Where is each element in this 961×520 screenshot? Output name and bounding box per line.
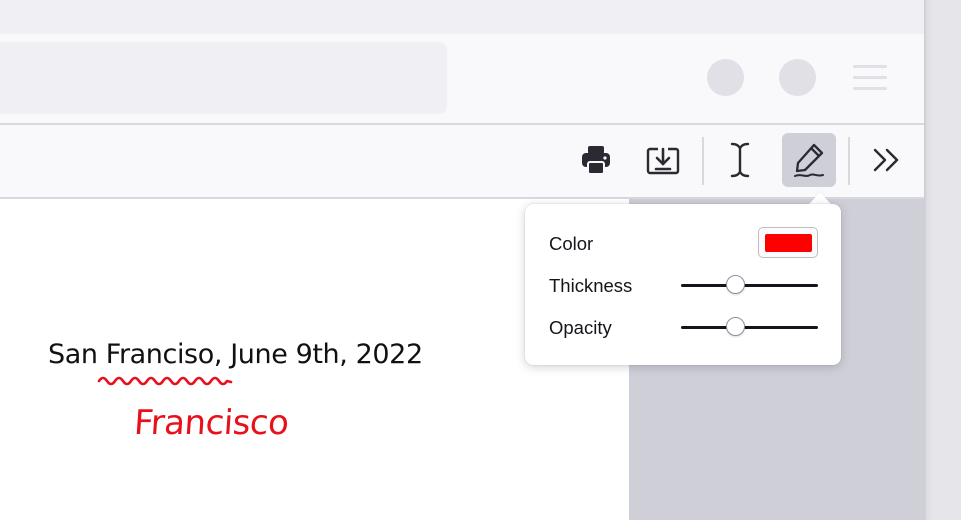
text-tool-icon [730,142,750,178]
color-picker-button[interactable] [758,227,818,258]
slider-thumb[interactable] [725,275,745,294]
squiggle-underline [97,376,233,386]
pdf-toolbar [0,125,924,197]
toolbar-separator [702,137,704,185]
slider-track [681,326,818,329]
handwritten-annotation: Francisco [134,403,290,443]
color-swatch [764,233,812,252]
more-tools-button[interactable] [860,133,914,187]
draw-tool-icon [794,143,824,177]
slider-thumb[interactable] [725,317,745,336]
draw-tool-button[interactable] [782,133,836,187]
opacity-label: Opacity [549,317,612,338]
toolbar-separator [848,137,850,185]
document-text: San Franciso, June 9th, 2022 [48,339,423,370]
url-bar[interactable] [0,42,447,114]
hamburger-menu-icon[interactable] [853,65,887,91]
print-icon [582,146,610,175]
opacity-slider[interactable] [681,317,818,339]
svg-text:Francisco: Francisco [134,403,290,443]
popup-arrow [809,192,831,204]
thickness-slider[interactable] [681,275,818,297]
slider-track [681,284,818,287]
save-button[interactable] [636,133,690,187]
navigation-bar [0,34,924,123]
color-label: Color [549,233,594,254]
draw-settings-popup: Color Thickness Opacity [525,204,841,365]
window-edge [924,0,961,520]
save-icon [646,147,680,175]
account-icon[interactable] [779,59,816,96]
more-tools-icon [873,148,899,172]
extension-icon[interactable] [707,59,744,96]
print-button[interactable] [569,133,623,187]
tab-strip [0,0,924,34]
text-tool-button[interactable] [713,133,767,187]
thickness-label: Thickness [549,275,633,296]
